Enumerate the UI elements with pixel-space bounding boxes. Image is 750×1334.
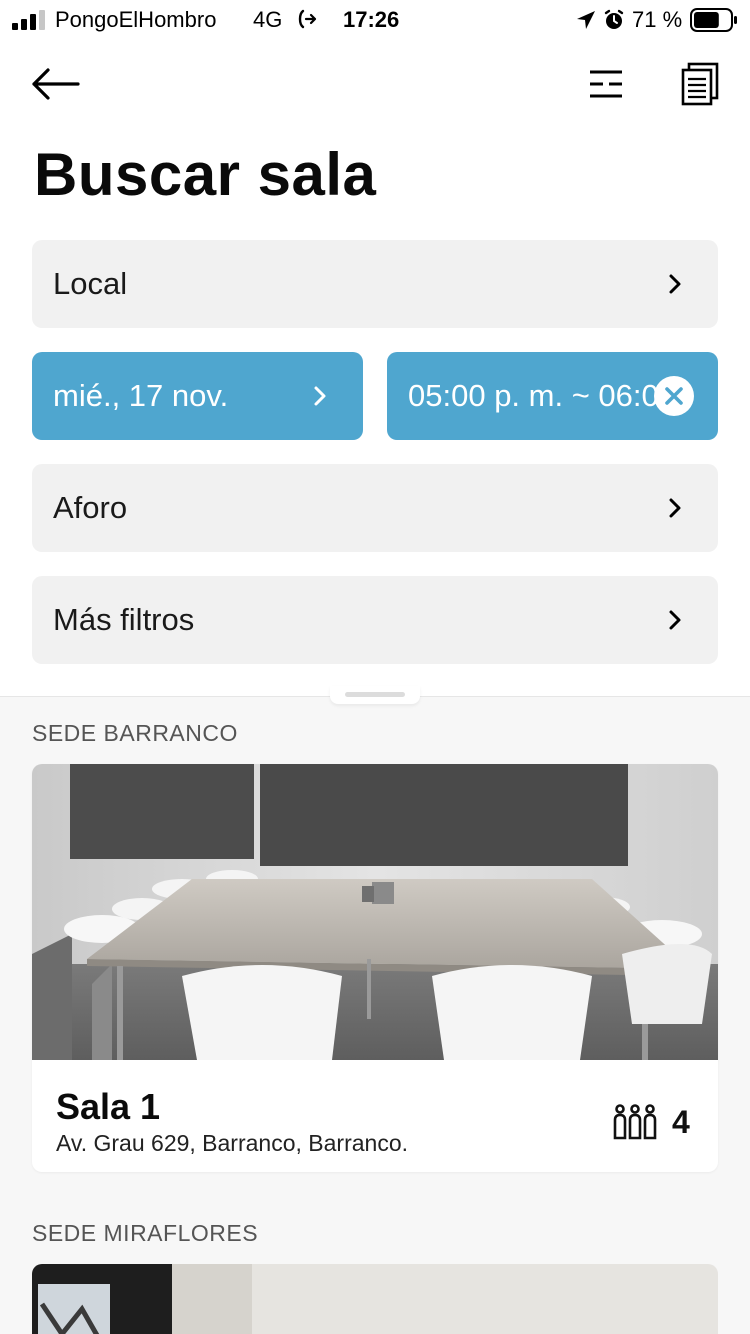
alarm-icon <box>604 9 624 29</box>
room-address: Av. Grau 629, Barranco, Barranco. <box>56 1130 408 1156</box>
chevron-right-icon <box>669 498 681 518</box>
clear-time-button[interactable] <box>654 376 694 416</box>
local-filter-label: Local <box>53 266 128 301</box>
sheet-handle[interactable] <box>330 686 420 704</box>
documents-button[interactable] <box>672 56 728 112</box>
drag-handle[interactable] <box>345 692 405 697</box>
room-card[interactable] <box>32 1264 718 1334</box>
aforo-filter-label: Aforo <box>53 490 128 525</box>
section-label: SEDE BARRANCO <box>32 720 238 746</box>
location-arrow-icon <box>577 11 595 29</box>
page-title: Buscar sala <box>34 141 377 208</box>
battery-percent: 71 % <box>632 7 683 32</box>
chevron-right-icon <box>314 386 326 406</box>
date-filter-label: mié., 17 nov. <box>53 378 229 413</box>
filter-button[interactable] <box>580 62 632 106</box>
more-filters-label: Más filtros <box>53 602 195 637</box>
people-icon <box>613 1104 657 1140</box>
network-type: 4G <box>253 7 283 32</box>
carrier-name: PongoElHombro <box>55 7 217 32</box>
room-capacity: 4 <box>672 1104 690 1140</box>
battery-icon <box>690 8 737 32</box>
more-filters[interactable]: Más filtros <box>32 576 718 664</box>
filter-lines-icon <box>590 70 622 98</box>
local-filter[interactable]: Local <box>32 240 718 328</box>
call-forward-icon <box>298 9 317 29</box>
room-photo <box>32 1264 718 1334</box>
section-label: SEDE MIRAFLORES <box>32 1220 259 1246</box>
room-photo <box>32 764 718 1060</box>
aforo-filter[interactable]: Aforo <box>32 464 718 552</box>
close-icon <box>665 387 683 405</box>
arrow-left-icon <box>32 68 80 100</box>
time-filter-label: 05:00 p. m. ~ 06:00 p. m. <box>408 378 658 413</box>
signal-icon <box>12 10 45 30</box>
status-bar: PongoElHombro 4G 17:26 71 % <box>0 0 750 40</box>
chevron-right-icon <box>669 274 681 294</box>
documents-icon <box>681 62 719 106</box>
top-nav <box>0 40 750 130</box>
room-card[interactable]: Sala 1 Av. Grau 629, Barranco, Barranco.… <box>32 764 718 1172</box>
back-button[interactable] <box>24 62 86 106</box>
clock: 17:26 <box>343 7 400 32</box>
room-name: Sala 1 <box>56 1086 161 1127</box>
chevron-right-icon <box>669 610 681 630</box>
date-filter[interactable]: mié., 17 nov. <box>32 352 363 440</box>
